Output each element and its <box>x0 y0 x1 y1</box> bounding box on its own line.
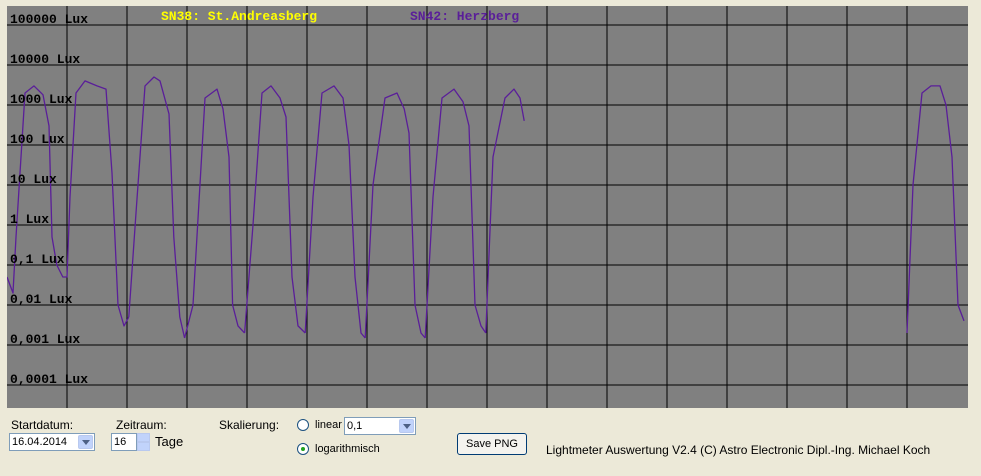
series-line-day-4 <box>243 85 306 334</box>
series-line-day-6 <box>364 92 426 339</box>
tage-label: Tage <box>155 434 184 449</box>
window-edge <box>968 0 981 410</box>
chevron-down-icon[interactable] <box>399 419 414 433</box>
chart-svg <box>7 6 968 408</box>
logarithmisch-label: logarithmisch <box>315 443 380 455</box>
y-tick-label: 100000 Lux <box>10 12 89 27</box>
y-tick-label: 100 Lux <box>10 132 65 147</box>
y-tick-label: 1000 Lux <box>10 92 73 107</box>
spin-up-icon[interactable] <box>137 433 150 442</box>
radio-logarithmisch[interactable] <box>297 443 309 455</box>
linear-scale-value: 0,1 <box>347 420 363 432</box>
y-tick-label: 10000 Lux <box>10 52 81 67</box>
y-tick-label: 0,1 Lux <box>10 252 65 267</box>
linear-label: linear <box>315 419 342 431</box>
zeitraum-input[interactable]: 16 <box>111 433 137 451</box>
y-tick-label: 1 Lux <box>10 212 50 227</box>
plot-area: 100000 Lux 10000 Lux 1000 Lux 100 Lux 10 Lux… <box>7 6 968 408</box>
startdatum-value: 16.04.2014 <box>12 436 68 448</box>
y-tick-label: 0,001 Lux <box>10 332 81 347</box>
y-tick-label: 0,01 Lux <box>10 292 73 307</box>
legend-sn42: SN42: Herzberg <box>410 9 520 24</box>
series-line-day-7 <box>424 88 487 339</box>
series-line-day-3 <box>183 88 246 339</box>
series-line-day-9 <box>906 85 965 334</box>
save-png-button[interactable]: Save PNG <box>457 433 527 455</box>
series-line-day-1 <box>69 80 130 327</box>
credit-text: Lightmeter Auswertung V2.4 (C) Astro Ele… <box>546 443 931 457</box>
skalierung-label: Skalierung: <box>219 418 280 432</box>
series-line-day-2 <box>128 76 186 339</box>
y-tick-label: 10 Lux <box>10 172 57 187</box>
radio-linear[interactable] <box>297 419 309 431</box>
linear-scale-select[interactable]: 0,1 <box>344 417 416 435</box>
zeitraum-label: Zeitraum: <box>116 418 167 432</box>
y-tick-label: 0,0001 Lux <box>10 372 89 387</box>
series-line-day-5 <box>304 85 366 339</box>
spin-down-icon[interactable] <box>137 442 150 451</box>
startdatum-label: Startdatum: <box>11 418 74 432</box>
startdatum-picker[interactable]: 16.04.2014 <box>9 433 95 451</box>
chevron-down-icon[interactable] <box>78 435 93 449</box>
zeitraum-value: 16 <box>114 436 127 448</box>
legend-sn38: SN38: St.Andreasberg <box>161 9 318 24</box>
zeitraum-stepper[interactable] <box>137 433 150 451</box>
series-line-day-8 <box>485 88 525 334</box>
